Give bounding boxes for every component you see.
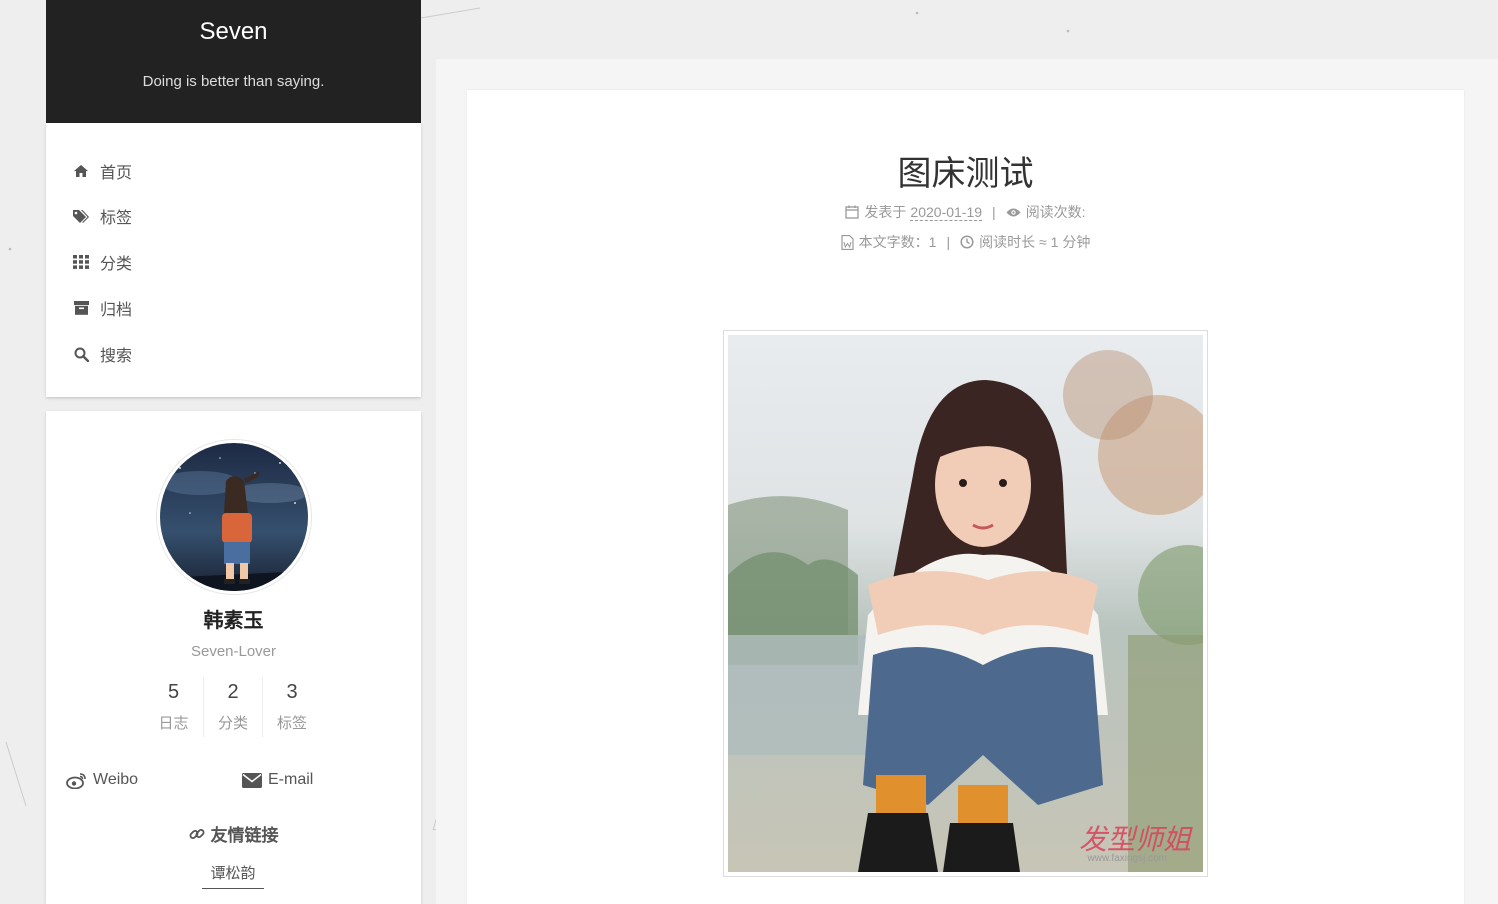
- weibo-icon: [66, 772, 87, 789]
- post-article: 图床测试 发表于 2020-01-19 | 阅读次数: 本文字数： 1 | 阅读…: [467, 90, 1464, 904]
- menu-item-label: 首页: [100, 165, 133, 182]
- eye-icon: [1006, 207, 1021, 218]
- social-link-weibo[interactable]: Weibo: [66, 771, 138, 789]
- social-label: E-mail: [268, 771, 314, 788]
- post-date[interactable]: 2020-01-19: [910, 204, 983, 221]
- search-icon: [72, 346, 90, 362]
- post-meta-row-2: 本文字数： 1 | 阅读时长 ≈ 1 分钟: [467, 232, 1464, 252]
- file-word-icon: [841, 234, 854, 250]
- views-label: 阅读次数:: [1025, 204, 1086, 220]
- site-title[interactable]: Seven: [46, 18, 421, 46]
- author-description: Seven-Lover: [190, 643, 277, 660]
- menu-item-search[interactable]: 搜索: [72, 340, 132, 368]
- stat-count: 3: [286, 681, 298, 703]
- archive-icon: [72, 300, 90, 316]
- readtime-label: 阅读时长 ≈: [979, 234, 1047, 250]
- meta-separator: |: [992, 204, 996, 220]
- social-label: Weibo: [93, 771, 139, 788]
- posted-label: 发表于: [864, 204, 907, 220]
- author-panel: 韩素玉 Seven-Lover 5 日志 2 分类 3 标签 Weibo E-m…: [46, 411, 421, 904]
- home-icon: [72, 163, 90, 179]
- meta-separator: |: [946, 234, 951, 250]
- site-subtitle: Doing is better than saying.: [142, 73, 325, 90]
- post-image[interactable]: 发型师姐 www.faxingsj.com: [723, 330, 1208, 877]
- tags-icon: [72, 208, 90, 224]
- stat-posts[interactable]: 5 日志: [144, 677, 203, 737]
- readtime-value: 1 分钟: [1050, 234, 1091, 250]
- blogroll-title: 友情链接: [46, 821, 421, 846]
- menu-item-label: 标签: [100, 210, 133, 227]
- image-watermark: 发型师姐: [1078, 823, 1191, 856]
- stat-label: 日志: [158, 715, 189, 732]
- author-name: 韩素玉: [203, 610, 264, 632]
- stat-tags[interactable]: 3 标签: [262, 677, 321, 737]
- stat-categories[interactable]: 2 分类: [203, 677, 262, 737]
- post-title[interactable]: 图床测试: [467, 146, 1464, 195]
- wordcount-label: 本文字数：: [858, 234, 929, 250]
- menu-item-archives[interactable]: 归档: [72, 294, 132, 322]
- avatar: [157, 440, 311, 594]
- clock-icon: [960, 235, 974, 249]
- blogroll-title-label: 友情链接: [210, 826, 279, 845]
- menu-item-categories[interactable]: 分类: [72, 248, 132, 276]
- envelope-icon: [242, 772, 262, 788]
- wordcount-value: 1: [928, 234, 937, 250]
- post-meta-row-1: 发表于 2020-01-19 | 阅读次数:: [467, 202, 1464, 222]
- menu-item-label: 归档: [100, 302, 133, 319]
- social-link-email[interactable]: E-mail: [242, 771, 313, 789]
- menu-item-tags[interactable]: 标签: [72, 202, 132, 230]
- photo: 发型师姐 www.faxingsj.com: [728, 335, 1203, 872]
- site-header: Seven Doing is better than saying.: [46, 0, 421, 123]
- nav-menu: 首页 标签 分类 归档 搜索: [46, 123, 421, 397]
- menu-item-home[interactable]: 首页: [72, 157, 132, 185]
- menu-item-label: 搜索: [100, 348, 133, 365]
- blogroll-link[interactable]: 谭松韵: [202, 862, 264, 889]
- menu-item-label: 分类: [100, 256, 133, 273]
- stat-label: 分类: [217, 715, 248, 732]
- stat-count: 5: [167, 681, 180, 703]
- image-watermark-url: www.faxingsj.com: [1087, 853, 1167, 864]
- author-stats: 5 日志 2 分类 3 标签: [144, 677, 324, 737]
- th-icon: [72, 254, 90, 270]
- calendar-icon: [845, 205, 860, 219]
- link-icon: [189, 826, 205, 842]
- stat-label: 标签: [276, 715, 307, 732]
- stat-count: 2: [227, 681, 239, 703]
